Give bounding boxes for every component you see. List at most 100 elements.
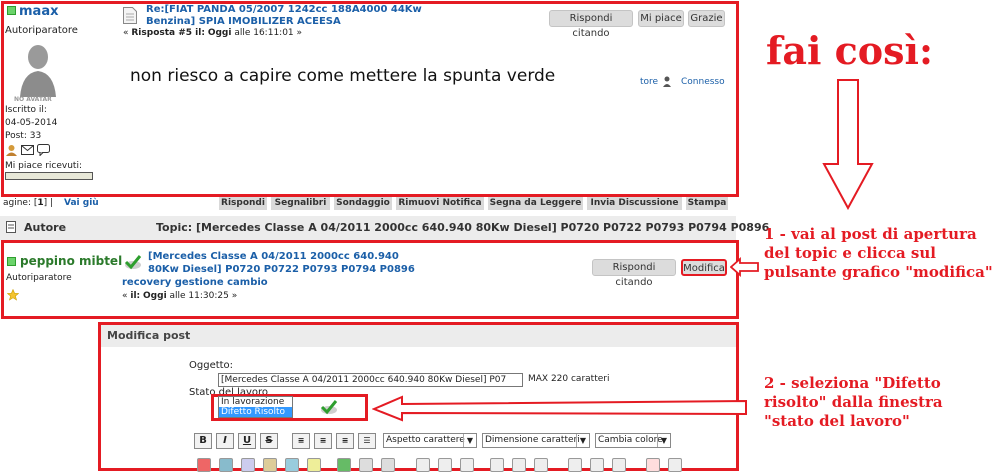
- hr-icon[interactable]: [612, 458, 626, 472]
- italic-button[interactable]: I: [216, 433, 234, 449]
- poll-tab[interactable]: Sondaggio: [334, 197, 392, 210]
- avatar: [16, 41, 60, 97]
- topic-header-icon: [6, 221, 16, 233]
- chevron-down-icon: ▼: [463, 434, 476, 447]
- remove-notify-tab[interactable]: Rimuovi Notifica: [396, 197, 484, 210]
- post1-highlight: [1, 1, 739, 197]
- image-icon[interactable]: [219, 458, 233, 472]
- post2-username[interactable]: peppino mibtel: [20, 254, 122, 268]
- star-icon: [6, 288, 20, 301]
- meta2-day: Oggi: [143, 291, 167, 301]
- post2-title-line3[interactable]: recovery gestione cambio: [122, 277, 268, 288]
- email-insert-icon[interactable]: [263, 458, 277, 472]
- go-down-link[interactable]: Vai giù: [64, 198, 99, 208]
- color-value: Cambia colore: [598, 435, 663, 445]
- align-center-icon[interactable]: ≡: [314, 433, 332, 449]
- superscript-icon[interactable]: [416, 458, 430, 472]
- remove-format-icon[interactable]: [646, 458, 660, 472]
- reply-tab[interactable]: Rispondi: [219, 197, 267, 210]
- code-icon[interactable]: [512, 458, 526, 472]
- message-icon[interactable]: [37, 144, 50, 157]
- spoiler-icon[interactable]: [337, 458, 351, 472]
- edit-button[interactable]: Modifica: [681, 259, 727, 276]
- quote-icon[interactable]: [534, 458, 548, 472]
- meta2-time: alle 11:30:25 »: [166, 291, 238, 301]
- online-status-icon-2: [7, 257, 16, 266]
- font-size-value: Dimensione caratteri: [485, 435, 580, 445]
- color-select[interactable]: Cambia colore ▼: [595, 433, 671, 448]
- avatar-caption: NO AVATAR: [14, 96, 52, 103]
- send-topic-tab[interactable]: Invia Discussione: [587, 197, 682, 210]
- post-count: Post: 33: [5, 131, 42, 141]
- glow-icon[interactable]: [359, 458, 373, 472]
- ftp-icon[interactable]: [285, 458, 299, 472]
- likes-label: Mi piace ricevuti:: [5, 161, 82, 171]
- bullet-list-icon[interactable]: [568, 458, 582, 472]
- chevron-down-icon: ▼: [657, 434, 670, 447]
- quote-button[interactable]: Rispondi citando: [549, 10, 633, 39]
- list-icon[interactable]: ☰: [358, 433, 376, 449]
- post-icon: [123, 7, 137, 24]
- status-option-solved[interactable]: Difetto Risolto: [219, 407, 292, 417]
- post2-title-line1[interactable]: [Mercedes Classe A 04/2011 2000cc 640.94…: [148, 251, 399, 262]
- table-insert-icon[interactable]: [490, 458, 504, 472]
- likes-bar: [5, 172, 93, 180]
- email-icon[interactable]: [21, 145, 34, 155]
- post1-footer-link[interactable]: tore: [640, 77, 658, 87]
- post1-title[interactable]: Re:[FIAT PANDA 05/2007 1242cc 188A4000 4…: [146, 4, 436, 28]
- link-icon[interactable]: [241, 458, 255, 472]
- like-button[interactable]: Mi piace: [638, 10, 684, 27]
- post1-meta: « Risposta #5 il: Oggi alle 16:11:01 »: [123, 28, 302, 38]
- bold-button[interactable]: B: [194, 433, 212, 449]
- joined-date: 04-05-2014: [5, 118, 58, 128]
- solved-check-icon: [124, 254, 142, 270]
- solved-preview-icon: [320, 399, 338, 415]
- meta2-label: il:: [130, 291, 141, 301]
- profile-icon[interactable]: [5, 144, 18, 156]
- online-status-text: Connesso: [681, 77, 725, 87]
- strike-button[interactable]: S: [260, 433, 278, 449]
- select-pointer-arrow: [371, 393, 750, 423]
- font-size-select[interactable]: Dimensione caratteri ▼: [482, 433, 590, 448]
- table-icon[interactable]: [307, 458, 321, 472]
- align-left-icon[interactable]: ≡: [292, 433, 310, 449]
- bookmarks-tab[interactable]: Segnalibri: [271, 197, 330, 210]
- pages-end: ] |: [43, 198, 54, 208]
- topic-title: Topic: [Mercedes Classe A 04/2011 2000cc…: [156, 221, 770, 234]
- subject-input[interactable]: [Mercedes Classe A 04/2011 2000cc 640.94…: [218, 373, 523, 387]
- online-icon: [662, 76, 672, 87]
- post1-username[interactable]: maax: [19, 4, 58, 19]
- align-right-icon[interactable]: ≡: [336, 433, 354, 449]
- post1-role: Autoriparatore: [5, 25, 78, 36]
- status-listbox[interactable]: In lavorazione Difetto Risolto: [218, 396, 293, 418]
- pagination: agine: [1] |: [3, 198, 53, 208]
- subject-label: Oggetto:: [189, 360, 234, 371]
- edit-form-header: [101, 325, 736, 347]
- print-tab[interactable]: Stampa: [686, 197, 728, 210]
- post2-role: Autoriparatore: [6, 273, 72, 283]
- thanks-button[interactable]: Grazie: [688, 10, 725, 27]
- reply-time: alle 16:11:01 »: [231, 28, 303, 38]
- underline-button[interactable]: U: [238, 433, 256, 449]
- annotation-step1: 1 - vai al post di apertura del topic e …: [764, 225, 993, 281]
- font-face-select[interactable]: Aspetto carattere ▼: [383, 433, 477, 448]
- status-option-in-progress[interactable]: In lavorazione: [219, 397, 292, 407]
- subscript-icon[interactable]: [438, 458, 452, 472]
- toggle-view-icon[interactable]: [668, 458, 682, 472]
- author-column-label: Autore: [24, 221, 67, 234]
- mark-unread-tab[interactable]: Segna da Leggere: [488, 197, 583, 210]
- quote-button-2[interactable]: Rispondi citando: [592, 259, 676, 288]
- online-status-icon: [7, 6, 16, 15]
- post2-title-line2[interactable]: 80Kw Diesel] P0720 P0722 P0793 P0794 P08…: [148, 264, 415, 275]
- post2-meta: « il: Oggi alle 11:30:25 »: [122, 291, 237, 301]
- joined-label: Iscritto il:: [5, 105, 47, 115]
- shadow-icon[interactable]: [381, 458, 395, 472]
- numbered-list-icon[interactable]: [590, 458, 604, 472]
- pages-label: agine: [: [3, 198, 38, 208]
- teletype-icon[interactable]: [460, 458, 474, 472]
- flash-icon[interactable]: [197, 458, 211, 472]
- down-arrow: [822, 78, 874, 211]
- reply-label: Risposta #5 il:: [131, 28, 205, 38]
- max-chars-note: MAX 220 caratteri: [528, 374, 610, 384]
- reply-day: Oggi: [207, 28, 232, 38]
